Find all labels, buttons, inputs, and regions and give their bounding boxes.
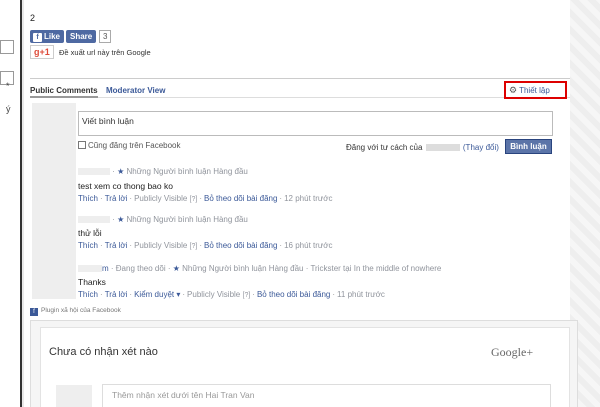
top-commenter-badge: Những Người bình luận Hàng đầu [182, 264, 304, 273]
timestamp[interactable]: 12 phút trước [284, 194, 332, 203]
settings-label: Thiết lập [519, 86, 550, 95]
facebook-thumb-icon: f [33, 33, 42, 42]
also-post-checkbox[interactable] [78, 141, 86, 149]
like-link[interactable]: Thích [78, 241, 98, 250]
reply-link[interactable]: Trả lời [105, 194, 128, 203]
author-location: Trickster tại In the middle of nowhere [310, 264, 442, 273]
facebook-like-button[interactable]: f Like [30, 30, 65, 43]
visibility-label: Publicly Visible [187, 290, 241, 299]
visibility-help-link[interactable]: [?] [190, 196, 198, 203]
facebook-icon: f [30, 308, 38, 316]
also-post-label: Cũng đăng trên Facebook [88, 141, 181, 150]
google-plus-one-button[interactable]: g+1 [30, 45, 54, 59]
post-comment-button[interactable]: Bình luận [505, 139, 552, 154]
caret-down-icon: ▾ [176, 290, 181, 299]
settings-button[interactable]: ⚙ Thiết lập [504, 81, 567, 99]
tab-public-comments[interactable]: Public Comments [30, 86, 98, 95]
google-plus-comments: Chưa có nhận xét nào Google+ Thêm nhận x… [30, 320, 578, 407]
unfollow-link[interactable]: Bỏ theo dõi bài đăng [204, 241, 277, 250]
star-icon: ★ [172, 264, 180, 273]
tab-moderator-view[interactable]: Moderator View [106, 86, 165, 95]
facebook-share-button[interactable]: Share [66, 30, 97, 43]
divider [30, 78, 570, 79]
user-avatar [32, 103, 76, 299]
unfollow-link[interactable]: Bỏ theo dõi bài đăng [204, 194, 277, 203]
also-post-facebook-option[interactable]: Cũng đăng trên Facebook [78, 141, 181, 150]
plugin-label: Plugin xã hội của Facebook [41, 307, 121, 314]
comment-text: test xem co thong bao ko [78, 181, 173, 191]
unfollow-link[interactable]: Bỏ theo dõi bài đăng [257, 290, 330, 299]
comment-input[interactable]: Viết bình luận [78, 111, 553, 136]
google-plus-description: Đề xuất url này trên Google [59, 48, 151, 57]
google-plus-panel: Chưa có nhận xét nào Google+ Thêm nhận x… [40, 327, 570, 407]
active-tab-indicator [30, 96, 98, 98]
comment-actions: Thích · Trả lời · Publicly Visible [?] · Bỏ th… [78, 241, 333, 250]
comment-actions: Thích · Trả lời · Publicly Visible [?] · Bỏ th… [78, 194, 333, 203]
share-count-bubble: 3 [99, 30, 112, 43]
no-comments-title: Chưa có nhận xét nào [49, 346, 158, 358]
comment-header: · ★ Những Người bình luận Hàng đầu [78, 167, 248, 176]
redacted-author-name[interactable] [78, 216, 110, 223]
reply-link[interactable]: Trả lời [105, 290, 128, 299]
visibility-label: Publicly Visible [134, 194, 188, 203]
visibility-help-link[interactable]: [?] [243, 292, 251, 299]
top-commenter-badge: Những Người bình luận Hàng đầu [126, 167, 248, 176]
like-link[interactable]: Thích [78, 194, 98, 203]
google-plus-avatar [56, 385, 92, 407]
comment-header: m · Đang theo dõi · ★ Những Người bình l… [78, 264, 441, 273]
tab-divider [30, 97, 570, 98]
google-plus-comment-input[interactable]: Thêm nhận xét dưới tên Hai Tran Van [102, 384, 551, 407]
redacted-author-name[interactable] [78, 168, 110, 175]
timestamp[interactable]: 11 phút trước [337, 290, 385, 299]
main-content: 2 f Like Share 3 g+1 Đề xuất url này trên… [24, 0, 578, 407]
comment-count: 2 [30, 13, 36, 23]
google-plus-logo: Google+ [491, 345, 534, 359]
star-icon: ★ [117, 215, 125, 224]
left-side-panel: * ý [0, 0, 22, 407]
left-panel-mark: * [6, 81, 10, 91]
visibility-label: Publicly Visible [134, 241, 188, 250]
gear-icon: ⚙ [509, 85, 518, 95]
like-link[interactable]: Thích [78, 290, 98, 299]
change-identity-link[interactable]: (Thay đổi) [463, 143, 499, 152]
post-as-info: Đăng với tư cách của (Thay đổi) [346, 143, 499, 152]
reply-link[interactable]: Trả lời [105, 241, 128, 250]
redacted-author-name[interactable] [78, 265, 102, 272]
like-label: Like [44, 32, 61, 41]
comment-actions: Thích · Trả lời · Kiểm duyệt ▾ · Publicly Visi… [78, 290, 385, 299]
author-name-suffix[interactable]: m [102, 264, 109, 273]
star-icon: ★ [117, 167, 125, 176]
left-panel-input[interactable] [0, 40, 14, 54]
moderate-dropdown[interactable]: Kiểm duyệt ▾ [134, 290, 180, 299]
comment-text: thử lỗi [78, 228, 102, 238]
redacted-username [425, 144, 460, 151]
top-commenter-badge: Những Người bình luận Hàng đầu [126, 215, 248, 224]
following-label: Đang theo dõi [115, 264, 166, 273]
comment-text: Thanks [78, 277, 106, 287]
comment-header: · ★ Những Người bình luận Hàng đầu [78, 215, 248, 224]
post-as-prefix: Đăng với tư cách của [346, 143, 423, 152]
moderate-label: Kiểm duyệt [134, 290, 175, 299]
facebook-plugin-footer[interactable]: f Plugin xã hội của Facebook [30, 307, 121, 316]
left-panel-mark: ý [6, 104, 11, 114]
visibility-help-link[interactable]: [?] [190, 243, 198, 250]
timestamp[interactable]: 16 phút trước [284, 241, 332, 250]
